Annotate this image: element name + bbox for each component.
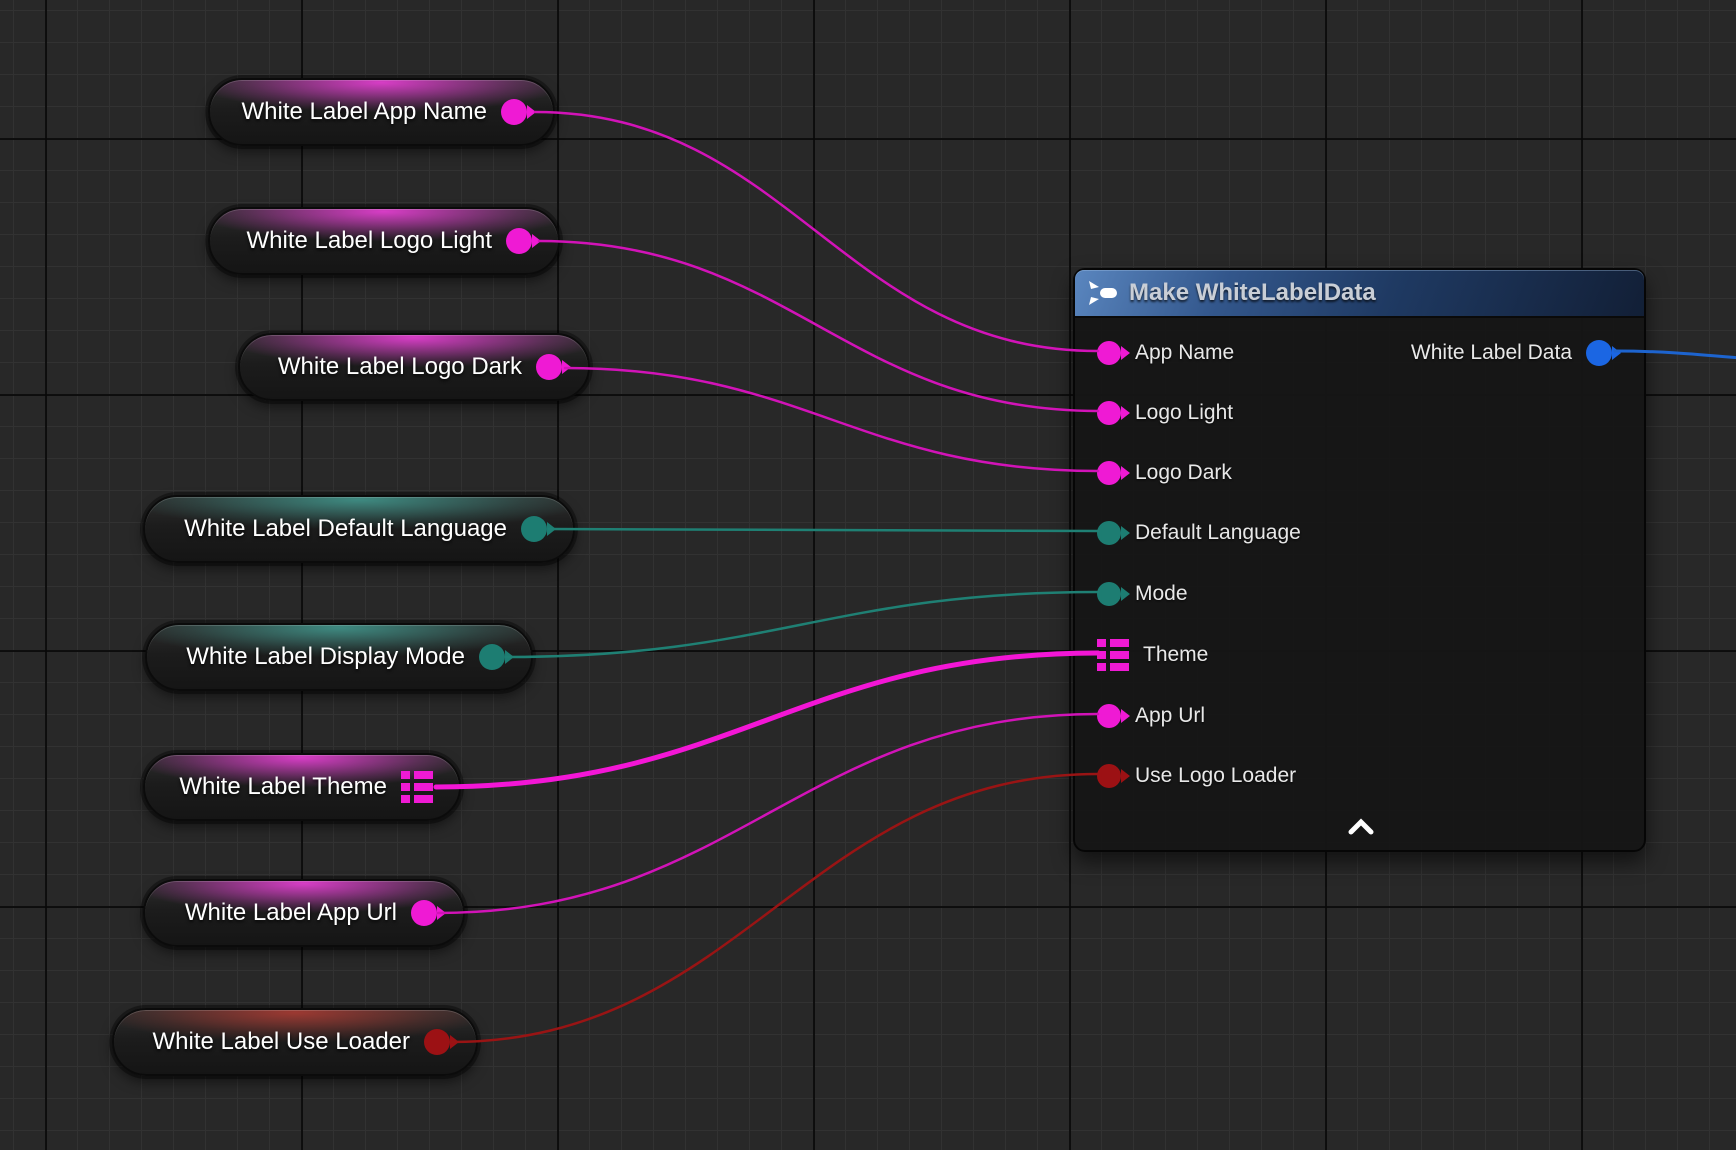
wire-theme[interactable]	[436, 653, 1098, 787]
input-pin-struct-icon[interactable]	[1097, 639, 1129, 671]
output-pin-bool[interactable]	[424, 1029, 450, 1055]
wire-default-language[interactable]	[549, 529, 1098, 531]
output-pin-enum[interactable]	[521, 516, 547, 542]
pin-label: Logo Light	[1135, 401, 1233, 425]
pin-label: Use Logo Loader	[1135, 764, 1296, 788]
output-pin-struct[interactable]	[1586, 340, 1612, 366]
blueprint-graph-canvas[interactable]: White Label App Name White Label Logo Li…	[0, 0, 1736, 1150]
input-row-logo-light: Logo Light	[1097, 401, 1233, 425]
output-pin-string[interactable]	[536, 354, 562, 380]
getter-node-theme[interactable]: White Label Theme	[143, 753, 461, 821]
pin-label: White Label Data	[1411, 341, 1572, 365]
input-row-app-url: App Url	[1097, 704, 1205, 728]
getter-node-logo-light[interactable]: White Label Logo Light	[208, 207, 560, 275]
getter-node-app-name[interactable]: White Label App Name	[208, 78, 555, 146]
output-row-white-label-data: White Label Data	[1411, 340, 1612, 366]
wire-logo-light[interactable]	[539, 241, 1098, 411]
wire-app-name[interactable]	[535, 112, 1098, 351]
node-title: Make WhiteLabelData	[1129, 279, 1376, 307]
make-whitelabeldata-node[interactable]: Make WhiteLabelData App Name Logo Light …	[1073, 268, 1646, 852]
output-pin-struct-icon[interactable]	[401, 771, 433, 803]
input-row-use-logo-loader: Use Logo Loader	[1097, 764, 1296, 788]
output-pin-string[interactable]	[506, 228, 532, 254]
input-pin-string[interactable]	[1097, 704, 1121, 728]
getter-label: White Label Logo Dark	[278, 353, 522, 381]
getter-label: White Label App Url	[185, 899, 397, 927]
input-pin-enum[interactable]	[1097, 521, 1121, 545]
wire-display-mode[interactable]	[506, 592, 1098, 657]
getter-node-logo-dark[interactable]: White Label Logo Dark	[238, 333, 590, 401]
wire-app-url[interactable]	[438, 714, 1098, 913]
input-row-logo-dark: Logo Dark	[1097, 461, 1232, 485]
getter-label: White Label Display Mode	[186, 643, 465, 671]
getter-node-default-language[interactable]: White Label Default Language	[143, 495, 575, 563]
input-row-mode: Mode	[1097, 582, 1188, 606]
node-header[interactable]: Make WhiteLabelData	[1075, 270, 1644, 318]
wire-logo-dark[interactable]	[565, 368, 1098, 471]
input-row-theme: Theme	[1097, 639, 1208, 671]
pin-label: Default Language	[1135, 521, 1301, 545]
getter-label: White Label App Name	[242, 98, 487, 126]
getter-node-display-mode[interactable]: White Label Display Mode	[145, 623, 533, 691]
getter-label: White Label Theme	[179, 773, 387, 801]
input-pin-string[interactable]	[1097, 461, 1121, 485]
collapse-chevron-icon[interactable]	[1347, 818, 1375, 836]
wire-use-loader[interactable]	[451, 774, 1098, 1042]
getter-label: White Label Logo Light	[246, 227, 492, 255]
getter-label: White Label Default Language	[184, 515, 507, 543]
pin-label: Logo Dark	[1135, 461, 1232, 485]
getter-node-use-loader[interactable]: White Label Use Loader	[112, 1008, 478, 1076]
pin-label: Theme	[1143, 643, 1208, 667]
output-pin-enum[interactable]	[479, 644, 505, 670]
output-pin-string[interactable]	[501, 99, 527, 125]
make-struct-icon	[1089, 281, 1119, 305]
getter-label: White Label Use Loader	[153, 1028, 410, 1056]
input-pin-enum[interactable]	[1097, 582, 1121, 606]
output-pin-string[interactable]	[411, 900, 437, 926]
pin-label: App Name	[1135, 341, 1234, 365]
getter-node-app-url[interactable]: White Label App Url	[143, 879, 465, 947]
input-row-default-language: Default Language	[1097, 521, 1301, 545]
input-pin-bool[interactable]	[1097, 764, 1121, 788]
input-pin-string[interactable]	[1097, 401, 1121, 425]
input-row-app-name: App Name	[1097, 341, 1234, 365]
pin-label: Mode	[1135, 582, 1188, 606]
pin-label: App Url	[1135, 704, 1205, 728]
input-pin-string[interactable]	[1097, 341, 1121, 365]
